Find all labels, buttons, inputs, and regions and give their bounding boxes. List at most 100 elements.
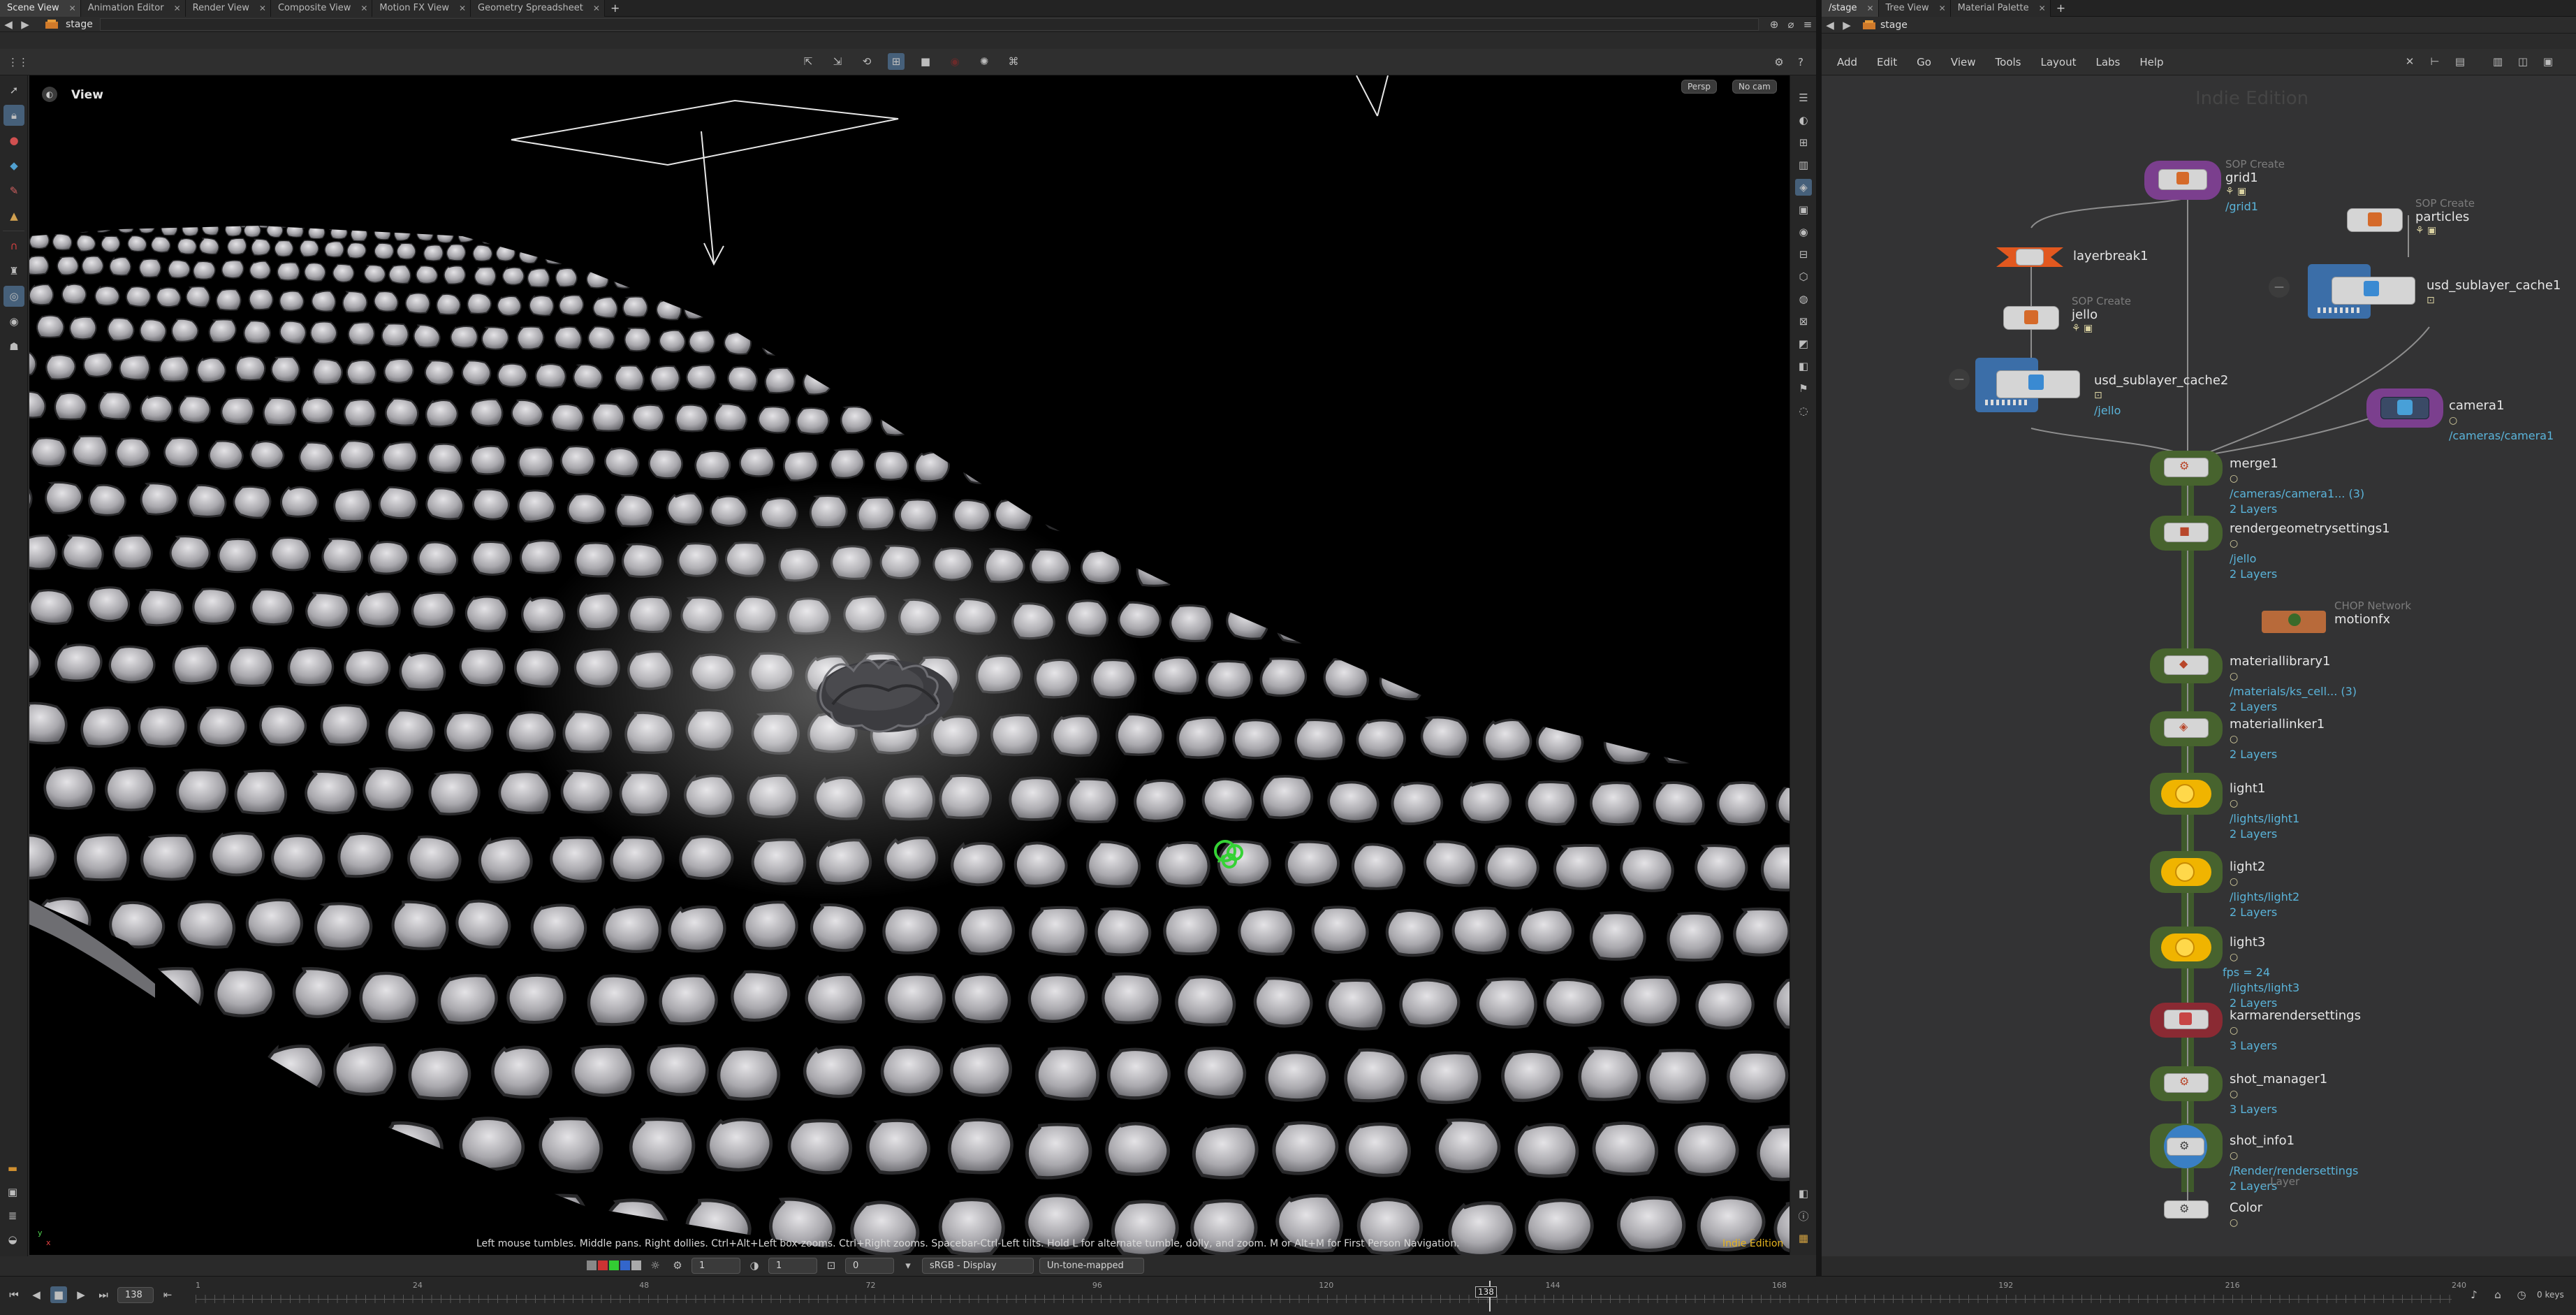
- select-arrow-icon[interactable]: ➚: [3, 80, 24, 101]
- pose-icon[interactable]: ♜: [3, 261, 24, 282]
- display-option-icon[interactable]: ⚑: [1795, 380, 1812, 397]
- contrast-icon[interactable]: ◑: [746, 1257, 763, 1274]
- left-tab-4[interactable]: Motion FX View ✕: [372, 0, 471, 17]
- node-motionfx[interactable]: CHOP Network motionfx: [2262, 600, 2471, 641]
- network-canvas[interactable]: Indie Edition SOP Create grid1 ⚘ ▣ /grid…: [1822, 75, 2576, 1256]
- menu-item-7[interactable]: Help: [2139, 56, 2163, 68]
- light-link-icon[interactable]: ✺: [976, 53, 993, 70]
- display-option-icon[interactable]: ◉: [1795, 224, 1812, 240]
- select-tool-icon[interactable]: ⇱: [800, 53, 817, 70]
- menu-item-0[interactable]: Add: [1837, 56, 1857, 68]
- step-back-icon[interactable]: ◀: [28, 1286, 45, 1303]
- right-path-label[interactable]: stage: [1880, 20, 1908, 31]
- handle-icon[interactable]: ◆: [3, 155, 24, 176]
- node-color[interactable]: ⚙ Color ○: [2143, 1193, 2562, 1256]
- magnet-icon[interactable]: ∩: [3, 235, 24, 256]
- node-shot-info1[interactable]: ⚙ shot_info1 ○/Render/rendersettings 2 Laye…: [2143, 1124, 2562, 1196]
- left-tab-5[interactable]: Geometry Spreadsheet ✕: [471, 0, 605, 17]
- display-option-icon[interactable]: ▥: [1795, 157, 1812, 173]
- orbit-icon[interactable]: ◉: [3, 311, 24, 332]
- display-option-icon[interactable]: ⊟: [1795, 246, 1812, 263]
- display-option-icon[interactable]: ◧: [1795, 358, 1812, 375]
- pin-icon[interactable]: ⊕: [1766, 16, 1783, 33]
- stack-icon[interactable]: ≣: [4, 1207, 21, 1224]
- expand-icon[interactable]: ▣: [2540, 53, 2556, 70]
- layout-icon[interactable]: ▥: [2489, 53, 2506, 70]
- menu-item-5[interactable]: Layout: [2040, 56, 2076, 68]
- node-light1[interactable]: light1 ○/lights/light1 2 Layers: [2143, 773, 2562, 844]
- film-icon[interactable]: ▬: [4, 1160, 21, 1177]
- node-rendergeometrysettings1[interactable]: ■ rendergeometrysettings1 ○/jello 2 Layers: [2143, 514, 2562, 584]
- right-tab-0[interactable]: /stage ✕: [1822, 0, 1879, 17]
- forward-arrow-icon[interactable]: ▶: [17, 16, 34, 33]
- help-icon[interactable]: ?: [1792, 54, 1809, 71]
- tree-icon[interactable]: ⊢: [2427, 53, 2443, 70]
- snapshot-icon[interactable]: ▣: [4, 1184, 21, 1200]
- node-jello[interactable]: SOP Create jello ⚘ ▣: [1995, 295, 2204, 347]
- split-icon[interactable]: ◫: [2515, 53, 2531, 70]
- play-icon[interactable]: ▶: [73, 1286, 89, 1303]
- close-tab-icon[interactable]: ✕: [459, 3, 466, 13]
- list-icon[interactable]: ▤: [2452, 53, 2468, 70]
- viewport-3d[interactable]: ◐ View Persp No cam Left mouse tumbles. …: [29, 75, 1790, 1255]
- camera-menu-button[interactable]: No cam: [1732, 80, 1777, 94]
- display-option-icon[interactable]: ☰: [1795, 89, 1812, 106]
- vis-toggle-icon[interactable]: ◧: [1795, 1185, 1812, 1202]
- menu-item-1[interactable]: Edit: [1877, 56, 1897, 68]
- link-icon[interactable]: ⌀: [1783, 16, 1799, 33]
- right-tab-2[interactable]: Material Palette ✕: [1950, 0, 2051, 17]
- left-add-tab-icon[interactable]: +: [605, 0, 625, 17]
- record-icon[interactable]: ◉: [946, 53, 963, 70]
- close-tab-icon[interactable]: ✕: [360, 3, 367, 13]
- close-tab-icon[interactable]: ✕: [1939, 3, 1946, 13]
- node-light2[interactable]: light2 ○/lights/light2 2 Layers: [2143, 851, 2562, 922]
- jump-start-icon[interactable]: ⏮: [6, 1286, 22, 1303]
- display-option-icon[interactable]: ⬡: [1795, 268, 1812, 285]
- audio-icon[interactable]: ♪: [2466, 1286, 2482, 1303]
- realtime-icon[interactable]: ◷: [2513, 1286, 2530, 1303]
- display-option-icon[interactable]: ◩: [1795, 335, 1812, 352]
- node-usd-sublayer-cache2[interactable]: — usd_sublayer_cache2 ⊡ /jello: [1949, 355, 2248, 432]
- node-merge1[interactable]: ⚙ merge1 ○/cameras/camera1... (3) 2 Layers: [2143, 449, 2562, 519]
- square-icon[interactable]: ■: [917, 53, 934, 70]
- display-option-icon[interactable]: ◈: [1795, 179, 1812, 196]
- persp-menu-button[interactable]: Persp: [1681, 80, 1717, 94]
- brush-icon[interactable]: ✎: [3, 180, 24, 201]
- lut-field[interactable]: 0: [845, 1257, 894, 1274]
- settings-gear-icon[interactable]: ⚙: [1771, 54, 1787, 71]
- stop-icon[interactable]: ■: [50, 1286, 67, 1303]
- lock-icon[interactable]: 🔒︎: [3, 105, 24, 126]
- right-tab-1[interactable]: Tree View ✕: [1878, 0, 1951, 17]
- left-tab-3[interactable]: Composite View ✕: [270, 0, 373, 17]
- menu-item-2[interactable]: Go: [1917, 56, 1931, 68]
- menu-item-4[interactable]: Tools: [1996, 56, 2021, 68]
- disk-icon[interactable]: ◒: [4, 1231, 21, 1248]
- wrench-icon[interactable]: ✕: [2401, 53, 2418, 70]
- timeline-track[interactable]: 1 24 48 72 96 120 144 168 192 216 240 138: [196, 1281, 2466, 1312]
- snap-tool-icon[interactable]: ⊞: [888, 53, 905, 70]
- frame-step-icon[interactable]: ⇤: [159, 1286, 176, 1303]
- close-tab-icon[interactable]: ✕: [1866, 3, 1873, 13]
- tumble-icon[interactable]: ●: [3, 130, 24, 151]
- current-frame-field[interactable]: 138: [117, 1286, 154, 1303]
- menu-item-3[interactable]: View: [1951, 56, 1976, 68]
- net-back-icon[interactable]: ◀: [1822, 17, 1838, 34]
- close-tab-icon[interactable]: ✕: [593, 3, 600, 13]
- path-field[interactable]: [99, 17, 1759, 31]
- close-tab-icon[interactable]: ✕: [69, 3, 76, 13]
- node-layerbreak1[interactable]: layerbreak1: [1996, 243, 2206, 278]
- jump-end-icon[interactable]: ⏭: [95, 1286, 112, 1303]
- view-tool-icon[interactable]: ◎: [3, 286, 24, 307]
- left-tab-2[interactable]: Render View ✕: [185, 0, 271, 17]
- menu-item-6[interactable]: Labs: [2095, 56, 2120, 68]
- node-camera1[interactable]: camera1 ○ /cameras/camera1: [2366, 388, 2576, 458]
- pane-splitter[interactable]: [1816, 0, 1822, 1276]
- color-space-dropdown[interactable]: sRGB - Display: [922, 1257, 1034, 1274]
- dolly-icon[interactable]: ☗: [3, 336, 24, 357]
- grid-snap-icon[interactable]: ⋮⋮: [8, 54, 29, 71]
- node-karmarendersettings[interactable]: karmarendersettings ○ 3 Layers: [2143, 1001, 2562, 1071]
- transform-tool-icon[interactable]: ⇲: [829, 53, 846, 70]
- left-tab-0[interactable]: Scene View ✕: [0, 0, 81, 17]
- grid-icon[interactable]: ▦: [1795, 1230, 1812, 1247]
- close-tab-icon[interactable]: ✕: [174, 3, 181, 13]
